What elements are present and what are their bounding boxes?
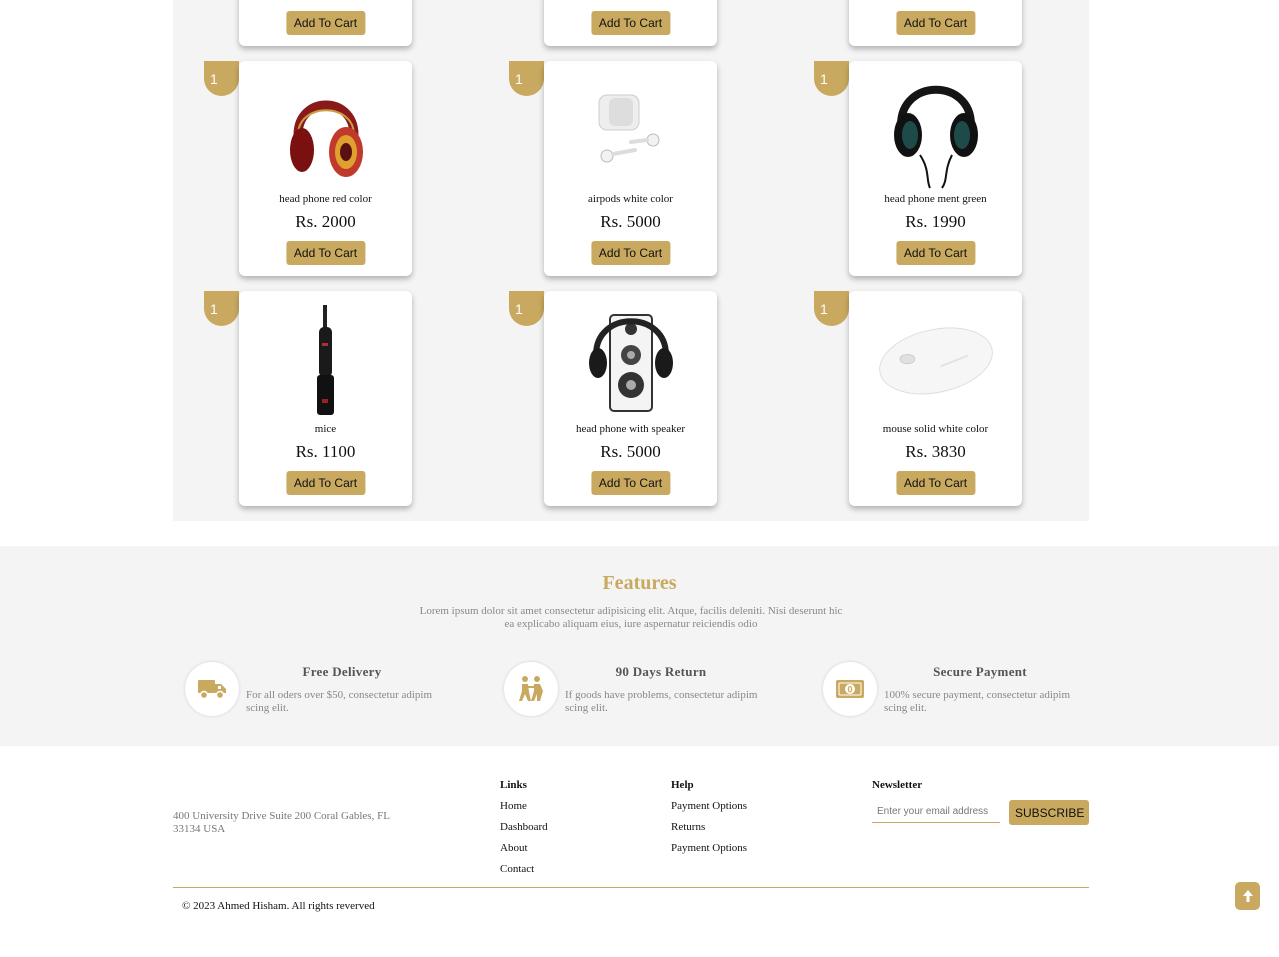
footer-link-home[interactable]: Home [500,800,527,812]
money-icon: 0 [823,662,877,716]
footer-link-contact[interactable]: Contact [500,863,534,875]
product-name: airpods white color [588,193,673,205]
footer-link-payment-options[interactable]: Payment Options [671,800,747,812]
features-section: Features Lorem ipsum dolor sit amet cons… [0,546,1279,746]
red-headphone-icon [266,71,386,189]
product-card: mouse solid white color Rs. 3830 Add To … [849,291,1022,506]
product-price: Rs. 5000 [600,212,661,231]
product-card: mice Rs. 1100 Add To Cart [239,291,412,506]
product-card: Add To Cart [239,0,412,46]
people-return-icon [504,662,558,716]
feature-title: Secure Payment [933,664,1027,679]
footer-link-payment-options-2[interactable]: Payment Options [671,842,747,854]
airpods-icon [571,71,691,189]
product-price: Rs. 1990 [905,212,966,231]
headphone-speaker-icon [571,301,691,419]
footer-link-dashboard[interactable]: Dashboard [500,821,548,833]
svg-text:0: 0 [847,685,852,695]
feature-title: Free Delivery [302,664,382,679]
product-price: Rs. 5000 [600,442,661,461]
copyright-text: © 2023 Ahmed Hisham. All rights reverved [182,900,375,912]
quantity-badge: 1 [204,61,239,96]
footer-link-returns[interactable]: Returns [671,821,705,833]
arrow-up-icon [1242,890,1253,902]
newsletter-heading: Newsletter [872,779,923,791]
product-card: Add To Cart [849,0,1022,46]
add-to-cart-button[interactable]: Add To Cart [895,241,976,265]
microphone-icon [266,301,386,419]
add-to-cart-button[interactable]: Add To Cart [895,11,976,35]
product-card: head phone red color Rs. 2000 Add To Car… [239,61,412,276]
mouse-icon [876,301,996,419]
quantity-badge: 1 [814,61,849,96]
product-card: Add To Cart [544,0,717,46]
feature-free-delivery: Free Delivery For all oders over $50, co… [185,662,485,722]
product-price: Rs. 1100 [295,442,356,461]
feature-title: 90 Days Return [615,664,707,679]
features-description: Lorem ipsum dolor sit amet consectetur a… [419,605,843,630]
product-name: mouse solid white color [882,423,989,435]
newsletter-email-input[interactable] [872,801,1000,823]
add-to-cart-button[interactable]: Add To Cart [590,471,671,495]
footer-divider [173,887,1089,888]
quantity-badge: 1 [204,291,239,326]
subscribe-button[interactable]: SUBSCRIBE [1009,800,1089,825]
add-to-cart-button[interactable]: Add To Cart [590,241,671,265]
footer-address: 400 University Drive Suite 200 Coral Gab… [173,810,390,835]
footer-link-about[interactable]: About [500,842,528,854]
feature-90-days-return: 90 Days Return If goods have problems, c… [504,662,804,722]
feature-secure-payment: 0 Secure Payment 100% secure payment, co… [823,662,1123,722]
add-to-cart-button[interactable]: Add To Cart [285,471,366,495]
add-to-cart-button[interactable]: Add To Cart [590,11,671,35]
green-headphone-icon [876,71,996,189]
add-to-cart-button[interactable]: Add To Cart [285,11,366,35]
product-card: airpods white color Rs. 5000 Add To Cart [544,61,717,276]
product-name: head phone ment green [884,193,987,205]
feature-text: If goods have problems, consectetur adip… [565,689,758,714]
product-card: head phone ment green Rs. 1990 Add To Ca… [849,61,1022,276]
add-to-cart-button[interactable]: Add To Cart [285,241,366,265]
features-title: Features [602,572,677,594]
quantity-badge: 1 [509,291,544,326]
quantity-badge: 1 [814,291,849,326]
product-price: Rs. 2000 [295,212,356,231]
scroll-to-top-button[interactable] [1235,882,1260,910]
products-section: Add To Cart Add To Cart Add To Cart 1 he… [173,0,1089,521]
add-to-cart-button[interactable]: Add To Cart [895,471,976,495]
quantity-badge: 1 [509,61,544,96]
product-card: head phone with speaker Rs. 5000 Add To … [544,291,717,506]
links-heading: Links [500,779,527,791]
truck-icon [185,662,239,716]
feature-text: 100% secure payment, consectetur adipim … [884,689,1071,714]
product-name: head phone red color [279,193,372,205]
product-name: head phone with speaker [575,423,686,435]
product-name: mice [314,423,337,435]
help-heading: Help [671,779,694,791]
product-price: Rs. 3830 [905,442,966,461]
feature-text: For all oders over $50, consectetur adip… [246,689,433,714]
